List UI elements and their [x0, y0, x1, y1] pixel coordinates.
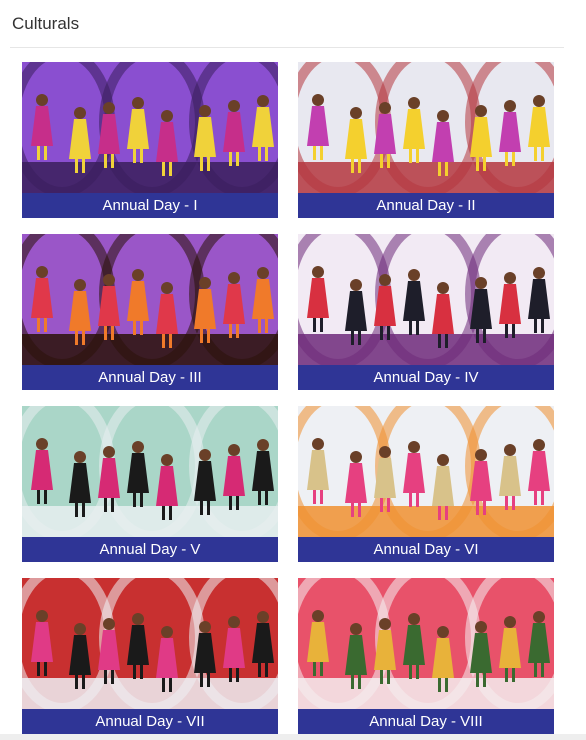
- photo-thumbnail[interactable]: [298, 578, 554, 709]
- gallery-item-8[interactable]: Annual Day - VIII: [298, 578, 554, 734]
- gallery-item-caption[interactable]: Annual Day - VIII: [298, 709, 554, 734]
- gallery-item-4[interactable]: Annual Day - IV: [298, 234, 554, 390]
- photo-thumbnail[interactable]: [298, 234, 554, 365]
- photo-thumbnail[interactable]: [298, 62, 554, 193]
- photo-thumbnail[interactable]: [22, 578, 278, 709]
- gallery-item-7[interactable]: Annual Day - VII: [22, 578, 278, 734]
- gallery-item-caption[interactable]: Annual Day - III: [22, 365, 278, 390]
- photo-thumbnail[interactable]: [22, 62, 278, 193]
- photo-thumbnail[interactable]: [22, 234, 278, 365]
- gallery-item-3[interactable]: Annual Day - III: [22, 234, 278, 390]
- gallery-item-1[interactable]: Annual Day - I: [22, 62, 278, 218]
- photo-thumbnail[interactable]: [22, 406, 278, 537]
- gallery-item-6[interactable]: Annual Day - VI: [298, 406, 554, 562]
- gallery-item-caption[interactable]: Annual Day - VII: [22, 709, 278, 734]
- gallery-item-caption[interactable]: Annual Day - I: [22, 193, 278, 218]
- bottom-divider: [0, 734, 586, 740]
- gallery-item-caption[interactable]: Annual Day - II: [298, 193, 554, 218]
- gallery-item-2[interactable]: Annual Day - II: [298, 62, 554, 218]
- gallery-item-caption[interactable]: Annual Day - IV: [298, 365, 554, 390]
- photo-gallery: Annual Day - I Annual Day - II Annual Da…: [0, 0, 586, 740]
- gallery-item-caption[interactable]: Annual Day - V: [22, 537, 278, 562]
- photo-thumbnail[interactable]: [298, 406, 554, 537]
- gallery-item-caption[interactable]: Annual Day - VI: [298, 537, 554, 562]
- gallery-item-5[interactable]: Annual Day - V: [22, 406, 278, 562]
